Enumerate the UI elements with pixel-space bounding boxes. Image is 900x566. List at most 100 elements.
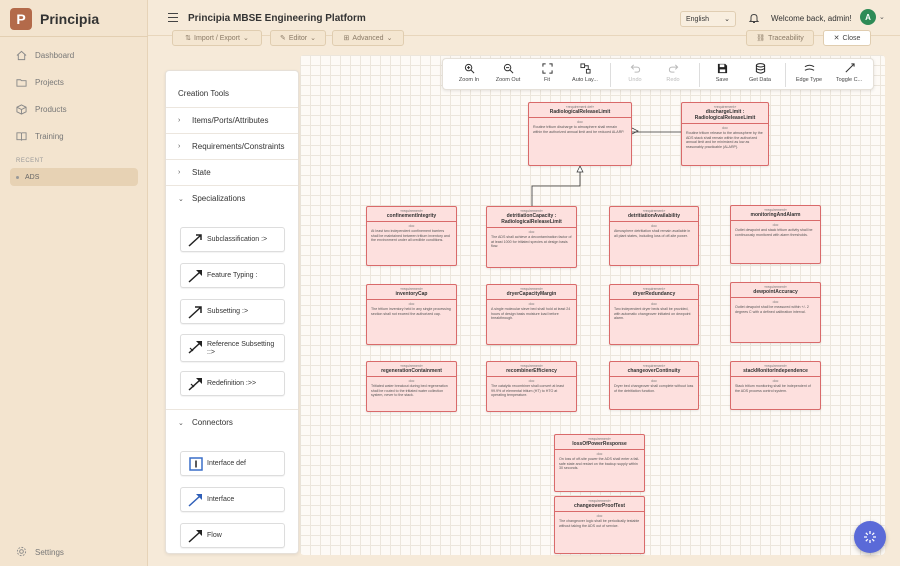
save-button[interactable]: Save [702, 63, 742, 89]
requirement-box[interactable]: «requirement» monitoringAndAlarm doc Out… [730, 205, 821, 264]
undo-button[interactable]: Undo [615, 63, 655, 89]
requirement-box[interactable]: «requirement» changeoverProofTest doc Th… [554, 496, 645, 554]
sidebar-item-products[interactable]: Products [16, 101, 67, 117]
tool-reference-subsetting[interactable]: Reference Subsetting ::> [180, 334, 285, 362]
requirement-box[interactable]: «requirement» dischargeLimit : Radiologi… [681, 102, 769, 166]
req-text: Dryer bed changeover shall complete with… [614, 384, 694, 393]
box-icon [16, 103, 27, 115]
sidebar-item-settings[interactable]: Settings [16, 546, 64, 559]
sidebar-item-dashboard[interactable]: Dashboard [16, 47, 74, 63]
requirement-box[interactable]: «requirement» regenerationContainment do… [366, 361, 457, 412]
requirement-box[interactable]: «requirement» changeoverContinuity doc D… [609, 361, 699, 410]
recent-item-label: ADS [25, 173, 40, 181]
req-name: changeoverProofTest [573, 503, 626, 509]
sidebar-item-projects[interactable]: Projects [16, 74, 64, 90]
interface-def-icon [189, 457, 203, 471]
traceability-button[interactable]: ⛓ Traceability [746, 30, 814, 46]
requirement-box[interactable]: «requirement» dryerCapacityMargin doc A … [486, 284, 577, 345]
redo-button[interactable]: Redo [653, 63, 693, 89]
toolbar-separator [610, 63, 611, 87]
tool-feature-typing[interactable]: Feature Typing : [180, 263, 285, 288]
toggle-label: Toggle C... [835, 77, 863, 83]
section-items-ports-attributes[interactable]: › Items/Ports/Attributes [166, 107, 298, 133]
get-data-button[interactable]: Get Data [740, 63, 780, 89]
requirement-box[interactable]: «requirement» stackMonitorIndependence d… [730, 361, 821, 410]
req-text: Stack tritium monitoring shall be indepe… [735, 384, 811, 393]
folder-icon [16, 77, 27, 88]
redo-icon [668, 64, 678, 73]
tool-subclassification[interactable]: Subclassification :> [180, 227, 285, 252]
sidebar-item-label: Projects [35, 77, 64, 87]
requirement-box[interactable]: «requirement» dewpointAccuracy doc Outle… [730, 282, 821, 343]
section-connectors[interactable]: ⌄ Connectors [166, 409, 298, 435]
language-select[interactable]: English ⌄ [680, 11, 736, 27]
section-label: Items/Ports/Attributes [192, 116, 269, 125]
avatar[interactable]: A [860, 9, 876, 25]
tool-label: Interface def [207, 460, 246, 467]
arrow-diagonal-icon [188, 234, 202, 247]
assistant-fab-button[interactable] [854, 521, 886, 553]
advanced-label: Advanced [352, 34, 384, 42]
zoom-out-button[interactable]: Zoom Out [488, 63, 528, 89]
edge-type-button[interactable]: Edge Type [789, 63, 829, 89]
section-state[interactable]: › State [166, 159, 298, 185]
req-name: regenerationContainment [381, 368, 442, 374]
page-title: Principia MBSE Engineering Platform [188, 13, 366, 24]
req-text: Outlet dewpoint shall be measured within… [735, 305, 809, 314]
req-name: recombinerEfficiency [506, 368, 557, 374]
requirement-box[interactable]: «requirement» detritiationAvailability d… [609, 206, 699, 266]
requirement-box[interactable]: «requirement» detritiationCapacity : Rad… [486, 206, 577, 268]
sidebar-item-label: Dashboard [35, 50, 75, 60]
zoom-in-button[interactable]: Zoom In [449, 63, 489, 89]
requirement-box[interactable]: «requirement» dryerRedundancy doc Two in… [609, 284, 699, 345]
requirement-box[interactable]: «requirement» recombinerEfficiency doc T… [486, 361, 577, 412]
req-name: stackMonitorIndependence [743, 368, 808, 374]
menu-icon[interactable] [168, 13, 178, 22]
sparkle-icon [864, 531, 876, 543]
auto-layout-button[interactable]: Auto Lay... [565, 63, 605, 89]
requirement-box[interactable]: «requirement» inventoryCap doc The triti… [366, 284, 457, 345]
req-text: The tritium inventory held in any single… [371, 307, 451, 316]
chevron-down-icon: ⌄ [724, 16, 730, 23]
chevron-right-icon: › [178, 169, 181, 176]
sidebar: P Principia Dashboard Projects Products … [0, 0, 148, 566]
recent-heading: RECENT [16, 158, 44, 164]
tool-redefinition[interactable]: Redefinition :>> [180, 371, 285, 396]
fit-icon [541, 63, 553, 74]
req-name: inventoryCap [395, 291, 428, 297]
requirement-box[interactable]: «requirement» lossOfPowerResponse doc On… [554, 434, 645, 492]
editor-label: Editor [288, 34, 308, 42]
import-export-button[interactable]: ⇅ Import / Export ⌄ [172, 30, 262, 46]
tool-interface-def[interactable]: Interface def [180, 451, 285, 476]
tool-subsetting[interactable]: Subsetting :> [180, 299, 285, 324]
diagram-toolbar: Zoom In Zoom Out Fit Auto Lay... Undo Re… [442, 58, 874, 90]
brand-logo[interactable]: P [10, 8, 32, 30]
fit-button[interactable]: Fit [527, 63, 567, 89]
section-requirements-constraints[interactable]: › Requirements/Constraints [166, 133, 298, 159]
section-specializations[interactable]: ⌄ Specializations [166, 185, 298, 211]
edge-type-icon [804, 64, 814, 71]
fit-label: Fit [543, 77, 551, 83]
arrow-diagonal-icon [188, 494, 202, 507]
tool-label: Subsetting :> [207, 308, 249, 315]
advanced-button[interactable]: ⊞ Advanced ⌄ [332, 30, 404, 46]
zoom-in-icon [464, 63, 474, 74]
bell-icon[interactable] [748, 11, 760, 23]
recent-item-ads[interactable]: ADS [10, 168, 138, 186]
req-text: Atmosphere detritiation shall remain ava… [614, 229, 691, 238]
edit-icon: ✎ [279, 35, 286, 42]
sidebar-item-training[interactable]: Training [16, 128, 64, 144]
editor-button[interactable]: ✎ Editor ⌄ [270, 30, 326, 46]
requirement-box[interactable]: «requirement» confinementIntegrity doc A… [366, 206, 457, 266]
toggle-button[interactable]: Toggle C... [829, 63, 869, 89]
req-name: lossOfPowerResponse [572, 441, 627, 447]
close-button[interactable]: ✕ Close [823, 30, 871, 46]
chevron-down-icon[interactable]: ⌄ [879, 13, 885, 21]
chevron-right-icon: › [178, 143, 181, 150]
tool-label: Reference Subsetting ::> [207, 341, 275, 356]
tool-interface[interactable]: Interface [180, 487, 285, 512]
req-text: Tritiated water breakout during bed rege… [371, 384, 448, 398]
close-icon: ✕ [833, 35, 840, 42]
requirement-box[interactable]: «requirement def» RadiologicalReleaseLim… [528, 102, 632, 166]
tool-flow[interactable]: Flow [180, 523, 285, 548]
